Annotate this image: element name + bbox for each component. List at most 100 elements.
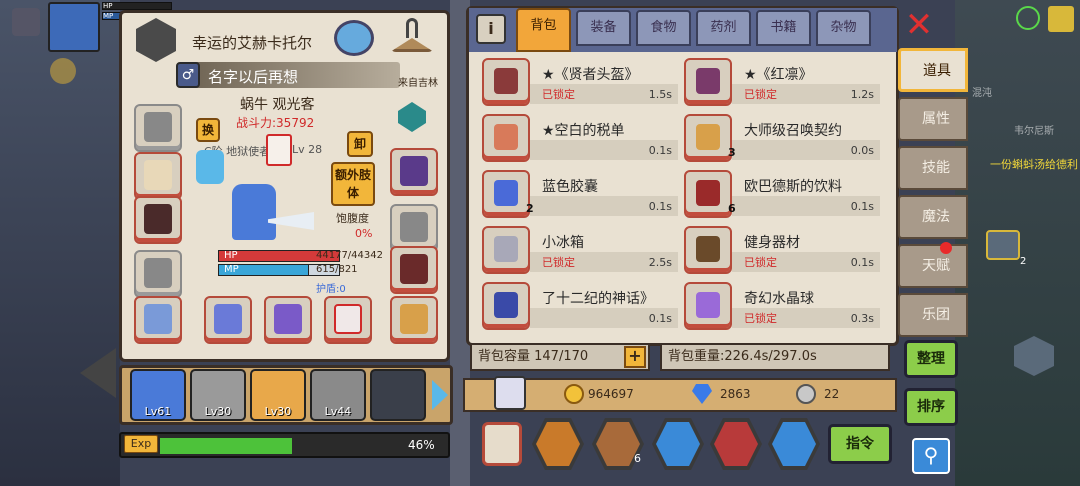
item-icon-box [482,226,530,274]
slot-card[interactable] [324,296,372,344]
inventory-item[interactable]: 蓝色胶囊 0.1s 2 [482,170,678,218]
party-slot-empty[interactable] [370,369,426,421]
tab-3[interactable]: 药剂 [696,10,751,46]
blue-pet-icon[interactable] [196,150,224,184]
side-tab-3[interactable]: 魔法 [898,195,968,239]
gold-value: 964697 [588,387,634,401]
item-icon [494,124,518,150]
knight-button[interactable] [768,418,820,470]
item-status: 已锁定 [542,256,575,269]
slot-wings[interactable] [134,196,182,244]
hp-label: HP [224,250,238,261]
inventory-item[interactable]: ★空白的税单 0.1s [482,114,678,162]
gem-slot-icon[interactable] [986,230,1020,260]
exp-bar-fill [160,438,292,454]
character-sprite [232,184,276,240]
slot-glove[interactable] [390,148,438,196]
expand-icon[interactable] [1048,6,1074,32]
extra-limbs-button[interactable]: 额外肢体 [331,162,375,206]
sort-button[interactable]: 排序 [904,388,958,426]
character-origin: 来自吉林 [398,78,438,89]
search-icon[interactable]: ⚲ [912,438,950,474]
item-icon-box [684,170,732,218]
hanger-icon[interactable] [384,18,440,56]
slot-chest[interactable] [390,296,438,344]
tab-0[interactable]: 背包 [516,8,571,52]
slot-shield[interactable] [390,96,438,144]
item-icon-box [482,58,530,106]
expand-capacity-button[interactable]: + [624,346,646,368]
mp-label: MP [224,264,239,275]
potion-button[interactable] [652,418,704,470]
tab-1[interactable]: 装备 [576,10,631,46]
side-tab-0[interactable]: 道具 [898,48,968,92]
capacity-bar: 背包容量 147/170 [470,343,650,371]
item-weight: 1.2s [850,88,874,101]
inventory-item[interactable]: ★《红凛》 已锁定 1.2s [684,58,880,106]
party-level: Lv30 [204,405,232,418]
item-weight: 2.5s [648,256,672,269]
item-name: 了十二纪的神话》 [542,291,654,307]
party-member-4[interactable]: Lv44 [310,369,366,421]
hud-avatar[interactable] [48,2,100,52]
inventory-item[interactable]: 小冰箱 已锁定 2.5s [482,226,678,274]
hud-hp-bar: HP [102,2,172,10]
tab-4[interactable]: 书籍 [756,10,811,46]
slot-head-empty[interactable] [134,104,182,152]
character-name[interactable]: 名字以后再想 [208,66,298,87]
slot-boots[interactable] [390,246,438,294]
menu-icon[interactable] [12,8,40,36]
item-weight: 0.3s [850,312,874,325]
party-member-3[interactable]: Lv30 [250,369,306,421]
slot-empty-2[interactable] [134,250,182,298]
number-sort-icon[interactable] [482,422,522,466]
side-tab-5[interactable]: 乐团 [898,293,968,337]
slot-scissors[interactable] [264,296,312,344]
info-icon[interactable]: i [476,14,506,44]
crimson-button[interactable] [710,418,762,470]
swap-button[interactable]: 换 [196,118,220,142]
globe-icon[interactable] [1016,6,1040,30]
item-weight: 0.0s [850,144,874,157]
item-name: ★《贤者头盔》 [542,67,639,83]
arrange-button[interactable]: 整理 [904,340,958,378]
character-title: 幸运的艾赫卡托尔 [192,34,313,52]
party-member-2[interactable]: Lv30 [190,369,246,421]
sell-icon[interactable] [494,376,526,410]
command-button[interactable]: 指令 [828,424,892,464]
side-tab-2[interactable]: 技能 [898,146,968,190]
map-label-town: 韦尔尼斯 [1014,126,1054,137]
slot-axe[interactable] [204,296,252,344]
side-tab-4[interactable]: 天赋 [898,244,968,288]
inventory-item[interactable]: ★《贤者头盔》 已锁定 1.5s [482,58,678,106]
item-icon-box [684,58,732,106]
mp-value: 615/821 [316,264,358,275]
item-icon-box [684,226,732,274]
item-name: 小冰箱 [542,235,584,251]
inventory-item[interactable]: 健身器材 已锁定 0.1s [684,226,880,274]
party-member-1[interactable]: Lv61 [130,369,186,421]
slot-hook[interactable] [134,152,182,200]
inventory-item[interactable]: 奇幻水晶球 已锁定 0.3s [684,282,880,330]
item-status: 已锁定 [744,256,777,269]
tab-5[interactable]: 杂物 [816,10,871,46]
side-tab-1[interactable]: 属性 [898,97,968,141]
inventory-item[interactable]: 欧巴德斯的饮料 0.1s 6 [684,170,880,218]
unequip-button[interactable]: 卸 [347,131,373,157]
slot-armor[interactable] [134,296,182,344]
tab-2[interactable]: 食物 [636,10,691,46]
combat-power: 战斗力:35792 [236,116,315,130]
inventory-item[interactable]: 大师级召唤契约 0.0s 3 [684,114,880,162]
item-status: 已锁定 [542,88,575,101]
crystal-icon[interactable] [334,20,374,56]
hud-hp-label: HP [103,2,113,10]
close-icon[interactable]: ✕ [902,8,936,44]
shield-value: 护盾:0 [316,284,346,295]
item-icon [696,180,720,206]
shuriken-button[interactable] [532,418,584,470]
item-status: 已锁定 [744,312,777,325]
item-count: 2 [526,202,534,215]
slot-empty-3[interactable] [390,204,438,252]
item-icon-box [684,282,732,330]
inventory-item[interactable]: 了十二纪的神话》 0.1s [482,282,678,330]
